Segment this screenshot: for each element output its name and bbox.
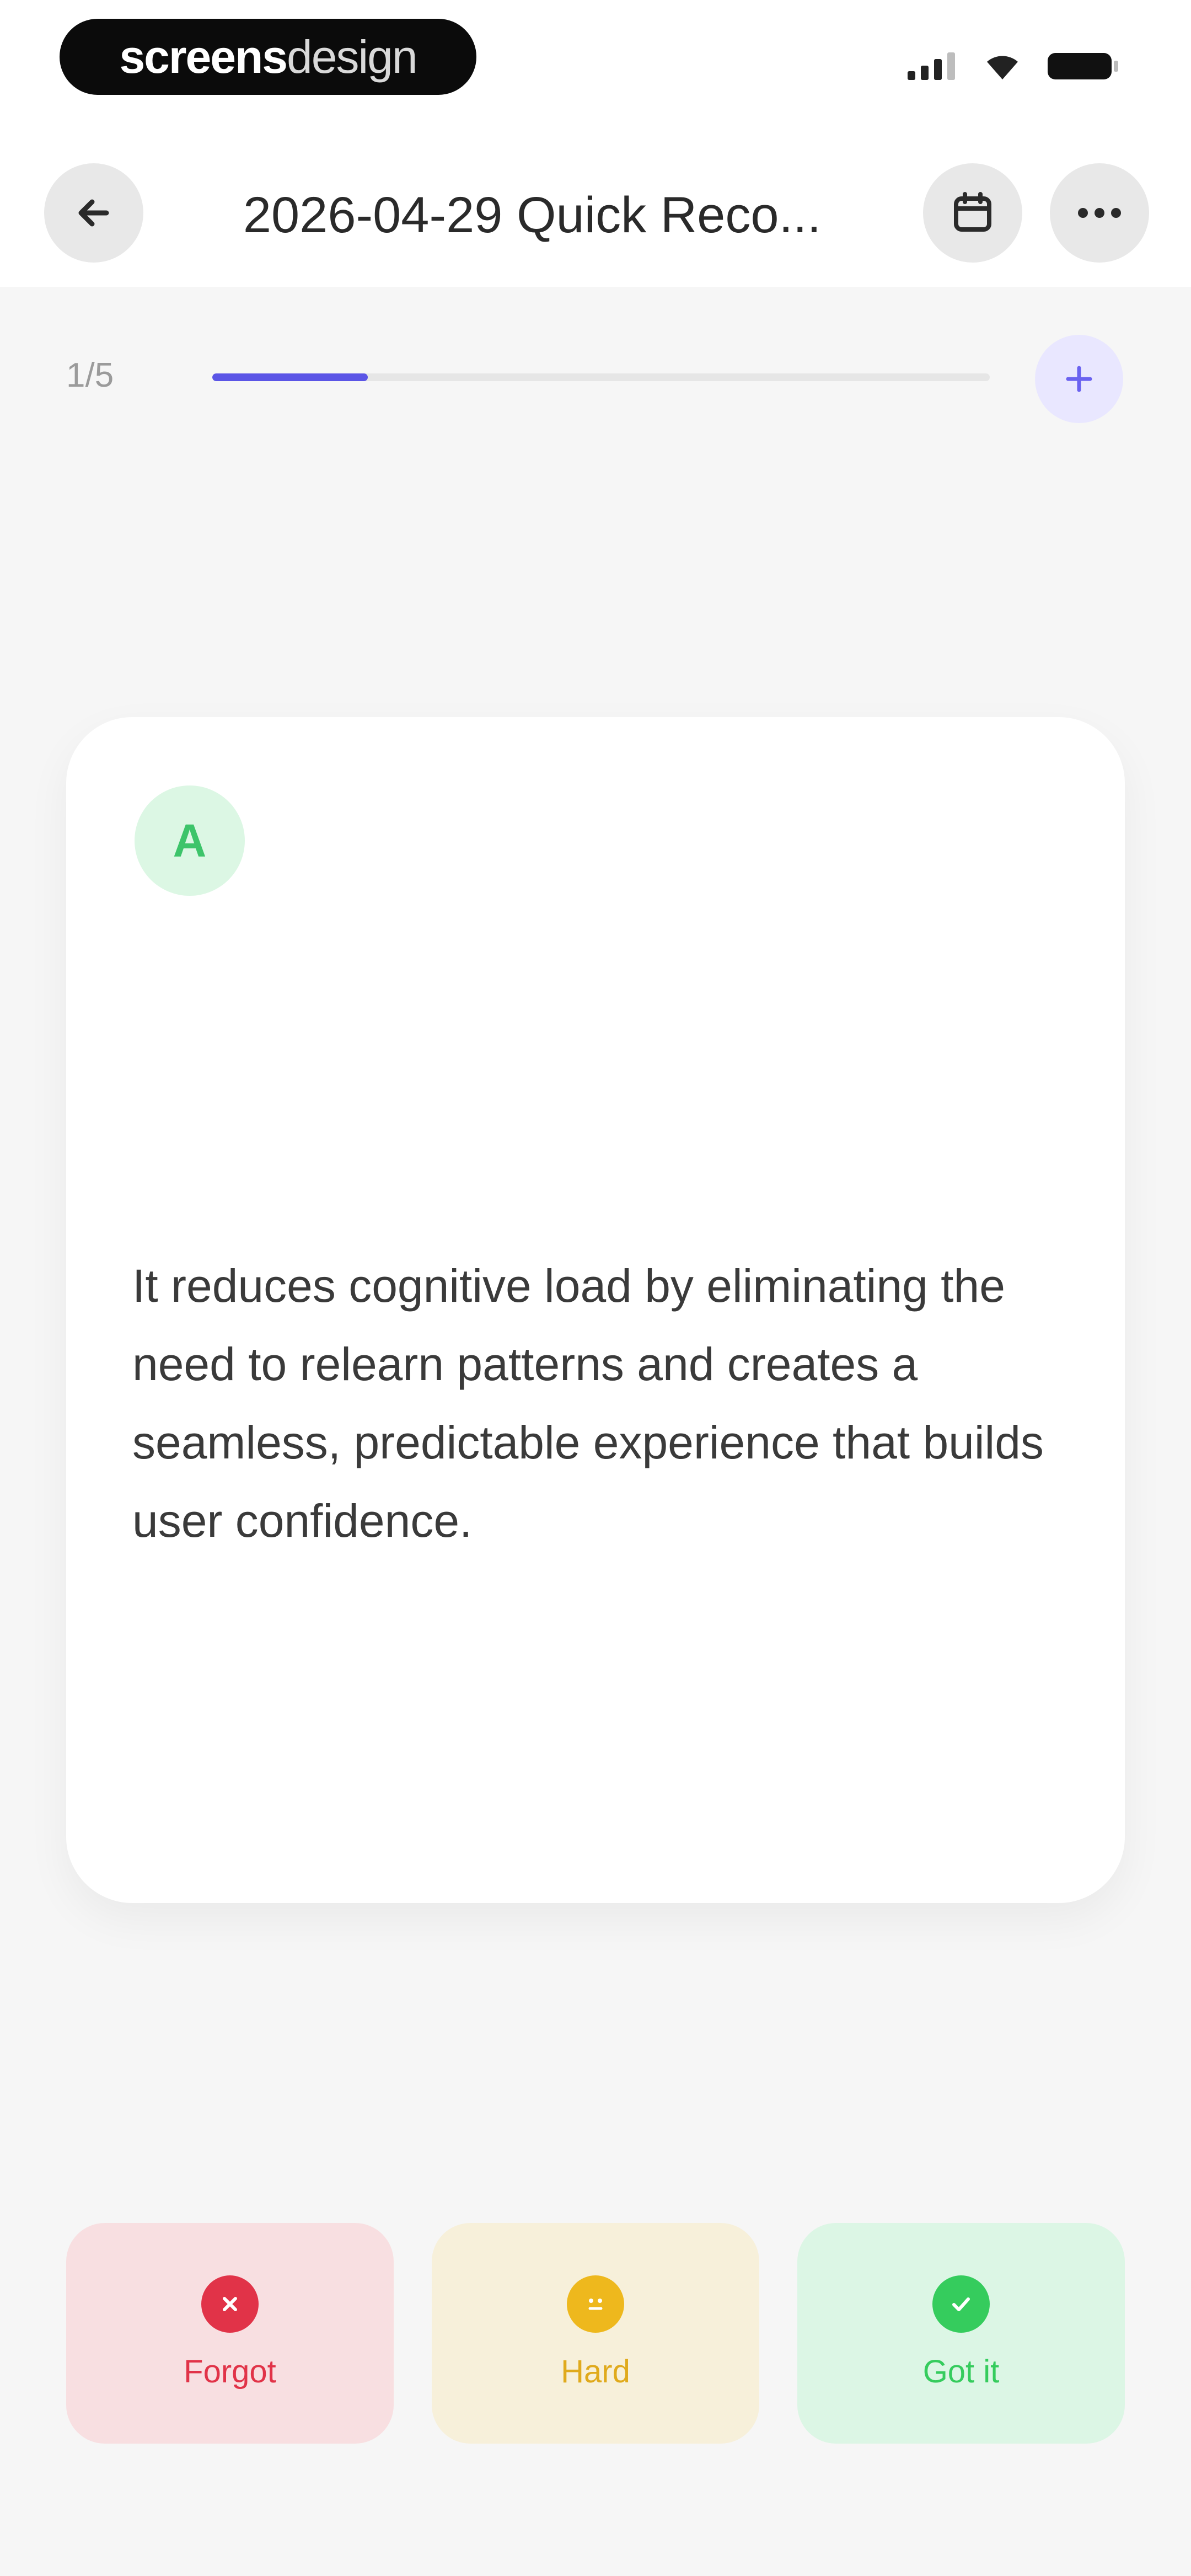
status-icons xyxy=(908,51,1119,82)
rating-row: Forgot Hard Got it xyxy=(66,2223,1125,2444)
progress-bar-fill xyxy=(212,373,368,381)
plus-icon xyxy=(1066,366,1092,392)
brand-logo: screens design xyxy=(60,19,476,95)
flashcard[interactable]: A It reduces cognitive load by eliminati… xyxy=(66,717,1125,1903)
add-card-button[interactable] xyxy=(1035,335,1123,423)
status-bar: screens design xyxy=(0,0,1191,116)
answer-badge: A xyxy=(135,785,245,896)
screen: screens design 2026-04-29 Quick Reco... … xyxy=(0,0,1191,2576)
forgot-label: Forgot xyxy=(184,2354,276,2390)
answer-text: It reduces cognitive load by eliminating… xyxy=(132,1260,1044,1547)
got-it-button[interactable]: Got it xyxy=(797,2223,1125,2444)
progress-count: 1/5 xyxy=(66,356,114,394)
progress-bar xyxy=(212,373,990,381)
battery-icon xyxy=(1048,53,1118,79)
x-circle-icon xyxy=(201,2275,259,2333)
neutral-face-icon xyxy=(567,2275,624,2333)
more-horizontal-icon xyxy=(1078,208,1121,218)
check-circle-icon xyxy=(932,2275,990,2333)
page-title: 2026-04-29 Quick Reco... xyxy=(243,187,822,243)
forgot-button[interactable]: Forgot xyxy=(66,2223,394,2444)
calendar-icon xyxy=(954,192,991,232)
wifi-icon xyxy=(987,56,1018,79)
hard-button[interactable]: Hard xyxy=(432,2223,759,2444)
back-button[interactable] xyxy=(44,163,143,263)
brand-logo-bold: screens xyxy=(119,30,288,83)
calendar-button[interactable] xyxy=(923,163,1022,263)
progress-row: 1/5 xyxy=(0,309,1191,447)
arrow-left-icon xyxy=(78,199,109,227)
more-button[interactable] xyxy=(1050,163,1149,263)
hard-label: Hard xyxy=(561,2354,630,2390)
brand-logo-light: design xyxy=(287,30,418,83)
got-it-label: Got it xyxy=(922,2354,1000,2390)
header: 2026-04-29 Quick Reco... xyxy=(0,116,1191,287)
signal-icon xyxy=(908,52,955,80)
